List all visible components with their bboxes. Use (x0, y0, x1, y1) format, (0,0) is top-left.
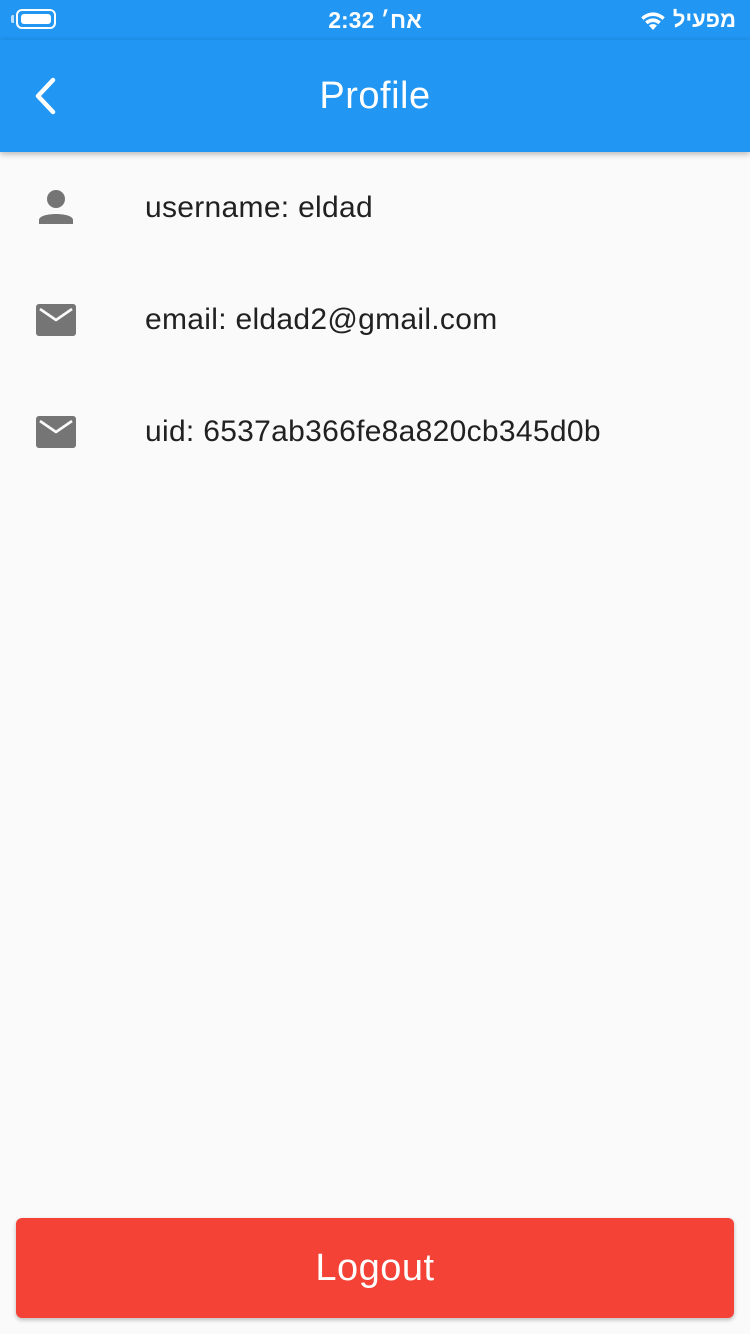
logout-button[interactable]: Logout (16, 1218, 734, 1318)
profile-list: username: eldad email: eldad2@gmail.com … (0, 152, 750, 488)
list-item-email: email: eldad2@gmail.com (0, 264, 750, 376)
chevron-left-icon (35, 77, 56, 115)
page-title: Profile (319, 75, 431, 117)
list-item-uid: uid: 6537ab366fe8a820cb345d0b (0, 376, 750, 488)
list-item-username: username: eldad (0, 152, 750, 264)
status-bar: 2:32 אח׳ מפעיל (0, 0, 750, 40)
mail-icon (36, 416, 76, 448)
username-text: username: eldad (145, 191, 373, 224)
back-button[interactable] (14, 64, 78, 128)
person-icon (39, 190, 73, 224)
wifi-icon (641, 12, 665, 30)
email-text: email: eldad2@gmail.com (145, 303, 498, 336)
carrier-label: מפעיל (672, 7, 736, 32)
uid-text: uid: 6537ab366fe8a820cb345d0b (145, 415, 601, 448)
mail-icon (36, 304, 76, 336)
app-bar: Profile (0, 40, 750, 152)
